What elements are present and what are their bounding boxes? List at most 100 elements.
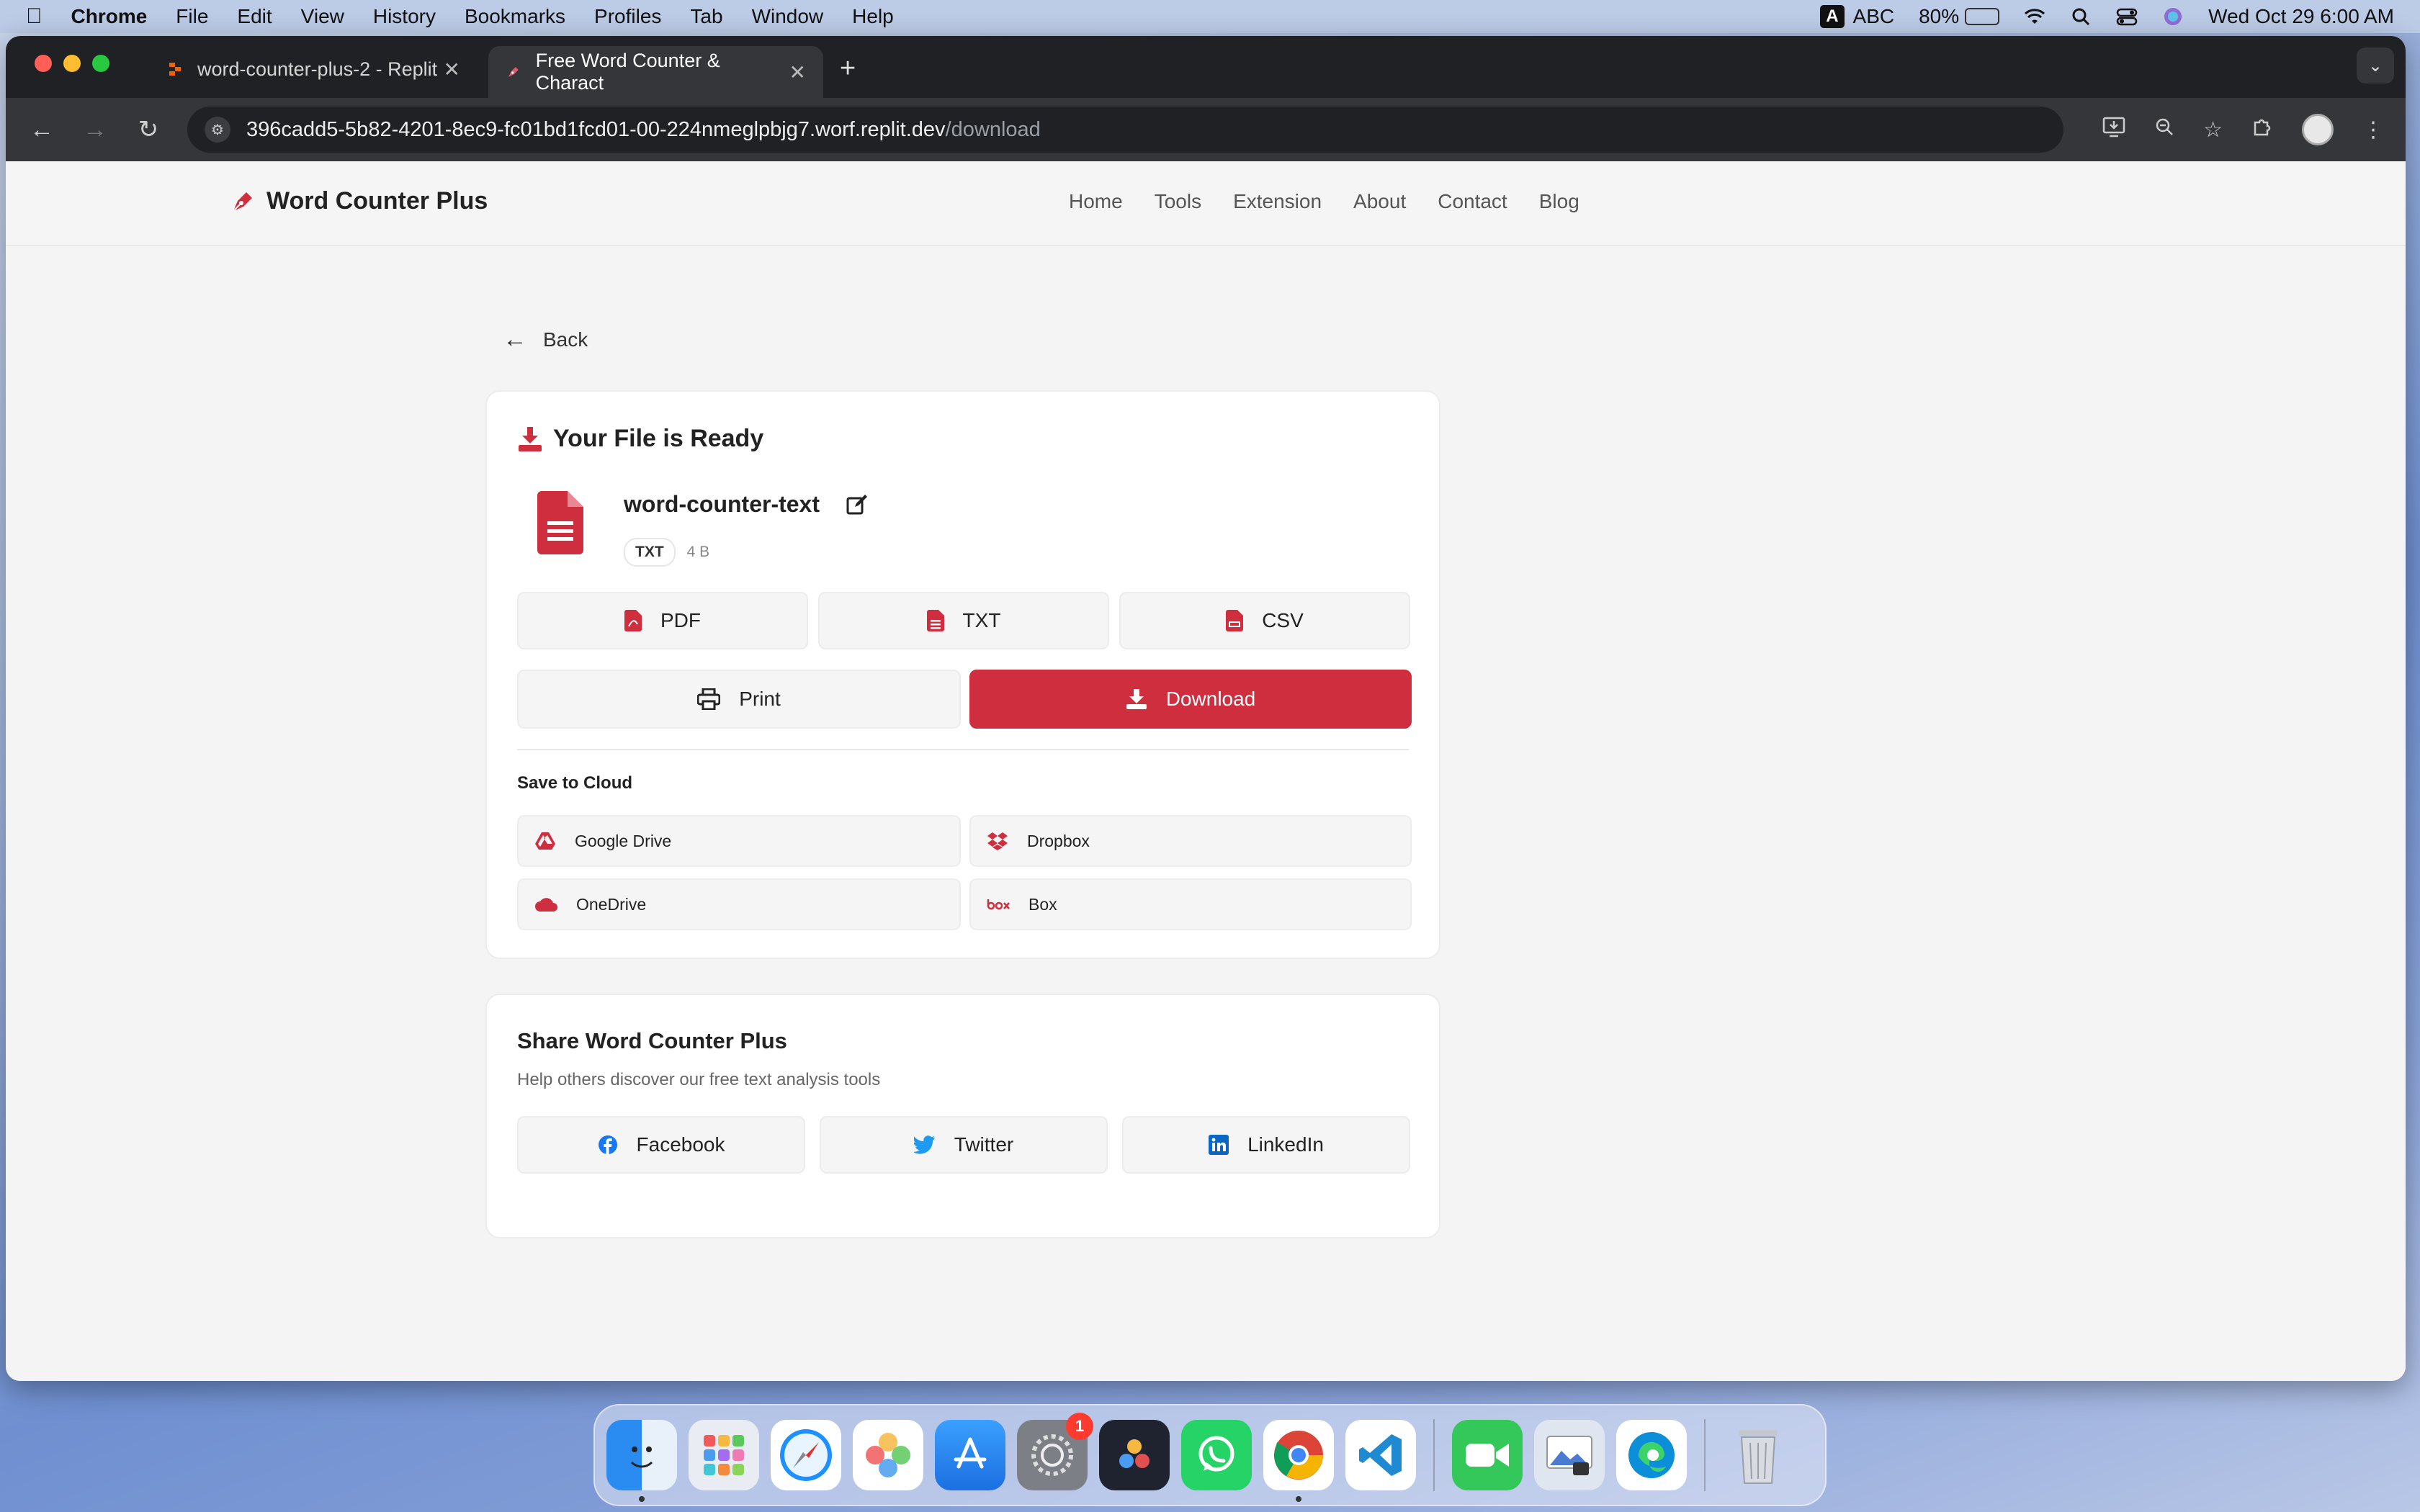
menu-help[interactable]: Help <box>852 5 894 28</box>
nav-home[interactable]: Home <box>1069 190 1123 213</box>
dock-separator <box>1704 1419 1706 1491</box>
tab-replit[interactable]: word-counter-plus-2 - Replit ✕ <box>150 46 478 92</box>
site-brand-name: Word Counter Plus <box>266 187 488 215</box>
site-info-icon[interactable]: ⚙ <box>205 117 230 143</box>
minimize-window-button[interactable] <box>63 55 81 72</box>
linkedin-icon <box>1209 1135 1229 1155</box>
back-label: Back <box>543 328 588 351</box>
spotlight-search-icon[interactable] <box>2070 6 2092 27</box>
dropbox-button[interactable]: Dropbox <box>969 815 1412 867</box>
apple-menu-icon[interactable]:  <box>26 4 42 29</box>
menu-window[interactable]: Window <box>752 5 824 28</box>
format-csv-button[interactable]: CSV <box>1119 592 1410 649</box>
pen-logo-icon <box>233 192 252 212</box>
input-source-menu[interactable]: A ABC <box>1820 5 1894 28</box>
share-facebook-button[interactable]: Facebook <box>517 1116 805 1174</box>
menu-view[interactable]: View <box>301 5 344 28</box>
back-link[interactable]: ← Back <box>503 325 588 354</box>
close-tab-icon[interactable]: ✕ <box>789 60 806 84</box>
dock-launchpad[interactable] <box>689 1420 759 1490</box>
menu-edit[interactable]: Edit <box>237 5 272 28</box>
preview-photo-icon <box>1546 1436 1592 1475</box>
menu-app-chrome[interactable]: Chrome <box>71 5 148 28</box>
macos-menu-bar:  Chrome File Edit View History Bookmark… <box>0 0 2420 33</box>
nav-contact[interactable]: Contact <box>1438 190 1507 213</box>
maximize-window-button[interactable] <box>92 55 109 72</box>
dock-preview[interactable] <box>1534 1420 1605 1490</box>
replit-favicon-icon <box>169 63 181 76</box>
forward-nav-icon[interactable]: → <box>81 116 109 144</box>
format-txt-button[interactable]: TXT <box>818 592 1109 649</box>
facebook-icon <box>598 1135 617 1154</box>
dock-trash[interactable] <box>1723 1420 1793 1490</box>
twitter-bird-icon <box>913 1135 935 1154</box>
cloud-label: Box <box>1028 894 1057 914</box>
tab-word-counter[interactable]: Free Word Counter & Charact ✕ <box>488 46 823 98</box>
nav-tools[interactable]: Tools <box>1155 190 1201 213</box>
running-indicator <box>639 1496 645 1502</box>
nav-blog[interactable]: Blog <box>1539 190 1579 213</box>
menu-profiles[interactable]: Profiles <box>594 5 661 28</box>
settings-gear-icon <box>1031 1434 1073 1476</box>
edit-icon[interactable] <box>846 493 869 516</box>
share-card: Share Word Counter Plus Help others disc… <box>485 994 1440 1238</box>
dock-system-settings[interactable]: 1 <box>1017 1413 1093 1490</box>
address-bar[interactable]: ⚙ 396cadd5-5b82-4201-8ec9-fc01bd1fcd01-0… <box>187 107 2064 153</box>
wifi-icon[interactable] <box>2024 6 2045 27</box>
dock-photos[interactable] <box>853 1420 923 1490</box>
share-twitter-button[interactable]: Twitter <box>820 1116 1108 1174</box>
dock-safari[interactable] <box>771 1420 841 1490</box>
file-type-badge: TXT <box>624 538 676 567</box>
nav-extension[interactable]: Extension <box>1233 190 1322 213</box>
download-button[interactable]: Download <box>969 670 1412 729</box>
more-menu-icon[interactable]: ⋮ <box>2362 117 2384 143</box>
dock-facetime[interactable] <box>1452 1420 1523 1490</box>
dock-whatsapp[interactable] <box>1181 1420 1252 1490</box>
back-nav-icon[interactable]: ← <box>27 116 56 144</box>
dock-edge[interactable] <box>1616 1420 1687 1490</box>
google-drive-button[interactable]: Google Drive <box>517 815 961 867</box>
txt-file-icon <box>926 610 944 631</box>
onedrive-button[interactable]: OneDrive <box>517 878 961 930</box>
battery-status[interactable]: 80% <box>1919 5 2000 28</box>
new-tab-button[interactable]: + <box>840 53 856 84</box>
profile-avatar[interactable] <box>2302 114 2334 145</box>
bookmark-star-icon[interactable]: ☆ <box>2203 117 2223 143</box>
nav-about[interactable]: About <box>1353 190 1406 213</box>
control-center-icon[interactable] <box>2116 6 2138 27</box>
share-subtitle: Help others discover our free text analy… <box>517 1070 881 1089</box>
dock-app-store[interactable] <box>935 1420 1005 1490</box>
format-pdf-button[interactable]: PDF <box>517 592 808 649</box>
menu-clock[interactable]: Wed Oct 29 6:00 AM <box>2208 5 2394 28</box>
printer-icon <box>697 688 721 710</box>
site-logo[interactable]: Word Counter Plus <box>229 187 488 215</box>
menu-bookmarks[interactable]: Bookmarks <box>465 5 565 28</box>
page-viewport: Word Counter Plus Home Tools Extension A… <box>6 161 2406 1381</box>
dock-chrome[interactable] <box>1263 1420 1334 1502</box>
install-app-icon[interactable] <box>2102 116 2125 143</box>
download-card: Your File is Ready word-counter-text TXT… <box>485 390 1440 959</box>
dock-finder[interactable] <box>606 1420 677 1502</box>
chrome-icon <box>1274 1431 1323 1480</box>
siri-icon[interactable] <box>2162 6 2184 27</box>
dock-davinci-resolve[interactable] <box>1099 1420 1170 1490</box>
dock-vscode[interactable] <box>1345 1420 1416 1490</box>
reload-icon[interactable]: ↻ <box>134 115 163 144</box>
cloud-label: OneDrive <box>576 894 647 914</box>
box-button[interactable]: Box <box>969 878 1412 930</box>
davinci-resolve-icon <box>1119 1439 1150 1468</box>
safari-compass-icon <box>780 1429 832 1481</box>
tab-search-chevron-icon[interactable]: ⌄ <box>2357 48 2394 84</box>
share-label: Twitter <box>954 1133 1014 1156</box>
file-tags: TXT 4 B <box>624 538 869 567</box>
menu-file[interactable]: File <box>176 5 208 28</box>
menu-tab[interactable]: Tab <box>690 5 722 28</box>
print-button[interactable]: Print <box>517 670 961 729</box>
close-tab-icon[interactable]: ✕ <box>444 58 460 81</box>
close-window-button[interactable] <box>35 55 52 72</box>
zoom-icon[interactable] <box>2154 117 2174 143</box>
share-linkedin-button[interactable]: LinkedIn <box>1122 1116 1410 1174</box>
extensions-puzzle-icon[interactable] <box>2251 116 2273 143</box>
menu-history[interactable]: History <box>373 5 436 28</box>
url-host: 396cadd5-5b82-4201-8ec9-fc01bd1fcd01-00-… <box>246 117 946 141</box>
